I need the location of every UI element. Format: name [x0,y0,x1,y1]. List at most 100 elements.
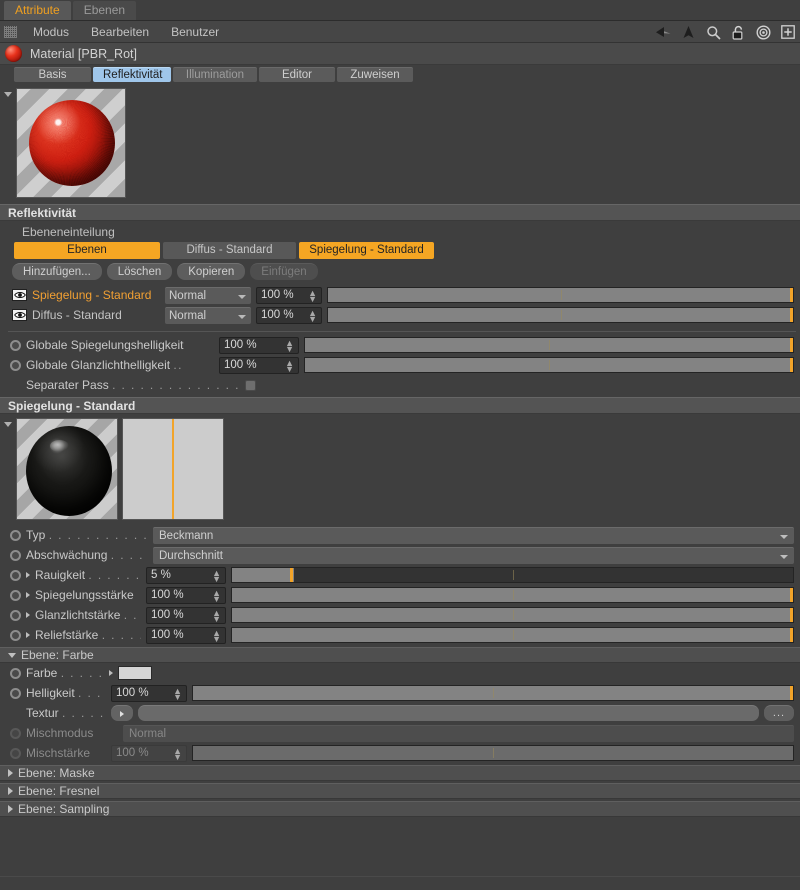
expand-arrow-icon[interactable] [26,612,30,618]
delete-layer-button[interactable]: Löschen [107,263,172,280]
layer-opacity-value: 100 % [261,309,294,321]
reliefstaerke-slider[interactable] [231,627,794,643]
rauigkeit-field[interactable]: 5 % ▲▼ [146,567,226,584]
table-row[interactable]: Spiegelung - Standard Normal 100 % ▲▼ [12,285,794,305]
copy-layer-button[interactable]: Kopieren [177,263,245,280]
segment-ebenen[interactable]: Ebenen [14,242,160,259]
typ-dropdown[interactable]: Beckmann [153,527,794,544]
expand-arrow-icon[interactable] [26,632,30,638]
expand-arrow-icon[interactable] [26,572,30,578]
layer-opacity-slider[interactable] [327,307,794,323]
textur-menu-button[interactable] [111,705,133,721]
material-preview-image[interactable] [16,88,126,198]
property-label-text: Separater Pass [26,378,109,392]
layer-blend-mode-value: Normal [169,290,206,302]
globale-spiegelungshelligkeit-field[interactable]: 100 % ▲▼ [219,337,299,354]
animation-track-icon[interactable] [10,590,21,601]
target-icon[interactable] [755,24,771,40]
animation-track-icon[interactable] [10,530,21,541]
specular-curve-preview[interactable] [122,418,224,520]
specular-preview-bar [0,414,800,525]
abschwaechung-dropdown[interactable]: Durchschnitt [153,547,794,564]
menu-bearbeiten[interactable]: Bearbeiten [81,21,159,43]
back-arrow-icon[interactable] [655,24,671,40]
helligkeit-field[interactable]: 100 % ▲▼ [111,685,187,702]
layer-opacity-field[interactable]: 100 % ▲▼ [256,287,322,304]
layer-blend-mode-dropdown[interactable]: Normal [165,287,251,304]
stepper-icon[interactable]: ▲▼ [285,360,294,372]
stepper-icon[interactable]: ▲▼ [212,590,221,602]
add-box-icon[interactable] [780,24,796,40]
segment-spiegelung-standard[interactable]: Spiegelung - Standard [299,242,434,259]
spiegelungsstaerke-slider[interactable] [231,587,794,603]
divider [8,331,796,332]
animation-track-icon[interactable] [10,340,21,351]
drag-grip-icon[interactable] [4,26,17,38]
tab-illumination[interactable]: Illumination [173,67,257,82]
reliefstaerke-field[interactable]: 100 % ▲▼ [146,627,226,644]
animation-track-icon[interactable] [10,630,21,641]
spiegelungsstaerke-field[interactable]: 100 % ▲▼ [146,587,226,604]
search-icon[interactable] [705,24,721,40]
stepper-icon[interactable]: ▲▼ [285,340,294,352]
layer-blend-mode-dropdown[interactable]: Normal [165,307,251,324]
stepper-icon[interactable]: ▲▼ [212,570,221,582]
glanzlichtstaerke-slider[interactable] [231,607,794,623]
animation-track-icon[interactable] [10,688,21,699]
animation-track-icon[interactable] [10,570,21,581]
farbe-color-swatch[interactable] [118,666,152,680]
separater-pass-checkbox[interactable] [245,380,256,391]
globale-spiegelungshelligkeit-slider[interactable] [304,337,794,353]
eye-icon[interactable] [12,289,27,301]
property-label-text: Rauigkeit [35,568,85,582]
animation-track-icon[interactable] [10,610,21,621]
section-header-ebene-farbe[interactable]: Ebene: Farbe [0,647,800,663]
helligkeit-slider[interactable] [192,685,794,701]
rauigkeit-slider[interactable] [231,567,794,583]
textur-browse-button[interactable]: ... [764,705,794,721]
section-header-ebene-maske[interactable]: Ebene: Maske [0,765,800,781]
stepper-icon: ▲▼ [173,748,182,760]
stepper-icon[interactable]: ▲▼ [212,630,221,642]
tab-editor[interactable]: Editor [259,67,335,82]
up-arrow-icon[interactable] [680,24,696,40]
table-row[interactable]: Diffus - Standard Normal 100 % ▲▼ [12,305,794,325]
expand-arrow-icon[interactable] [26,592,30,598]
label-dots: . . . . . [61,666,104,680]
layer-blend-mode-value: Normal [169,310,206,322]
globale-glanzlichthelligkeit-slider[interactable] [304,357,794,373]
property-label-text: Spiegelungsstärke [35,588,134,602]
animation-track-icon[interactable] [10,550,21,561]
preview-collapse-toggle[interactable] [0,88,16,198]
stepper-icon[interactable]: ▲▼ [173,688,182,700]
animation-track-icon[interactable] [10,668,21,679]
stepper-icon[interactable]: ▲▼ [308,310,317,322]
property-label-text: Typ [26,528,45,542]
layer-opacity-field[interactable]: 100 % ▲▼ [256,307,322,324]
property-label-text: Helligkeit [26,686,75,700]
section-header-ebene-sampling[interactable]: Ebene: Sampling [0,801,800,817]
tab-zuweisen[interactable]: Zuweisen [337,67,413,82]
eye-icon[interactable] [12,309,27,321]
section-header-ebene-fresnel[interactable]: Ebene: Fresnel [0,783,800,799]
specular-preview-collapse-toggle[interactable] [0,418,16,520]
unlock-icon[interactable] [730,24,746,40]
tab-ebenen[interactable]: Ebenen [73,1,136,20]
label-dots: . . . [78,686,102,700]
animation-track-icon[interactable] [10,360,21,371]
stepper-icon[interactable]: ▲▼ [212,610,221,622]
specular-preview-image[interactable] [16,418,118,520]
textur-path-input[interactable] [138,705,759,721]
layer-opacity-slider[interactable] [327,287,794,303]
tab-attribute[interactable]: Attribute [4,1,71,20]
menu-benutzer[interactable]: Benutzer [161,21,229,43]
add-layer-button[interactable]: Hinzufügen... [12,263,102,280]
glanzlichtstaerke-field[interactable]: 100 % ▲▼ [146,607,226,624]
menu-modus[interactable]: Modus [23,21,79,43]
globale-glanzlichthelligkeit-field[interactable]: 100 % ▲▼ [219,357,299,374]
tab-basis[interactable]: Basis [14,67,91,82]
stepper-icon[interactable]: ▲▼ [308,290,317,302]
expand-arrow-icon[interactable] [109,670,113,676]
segment-diffus-standard[interactable]: Diffus - Standard [163,242,296,259]
tab-reflektivitaet[interactable]: Reflektivität [93,67,171,82]
